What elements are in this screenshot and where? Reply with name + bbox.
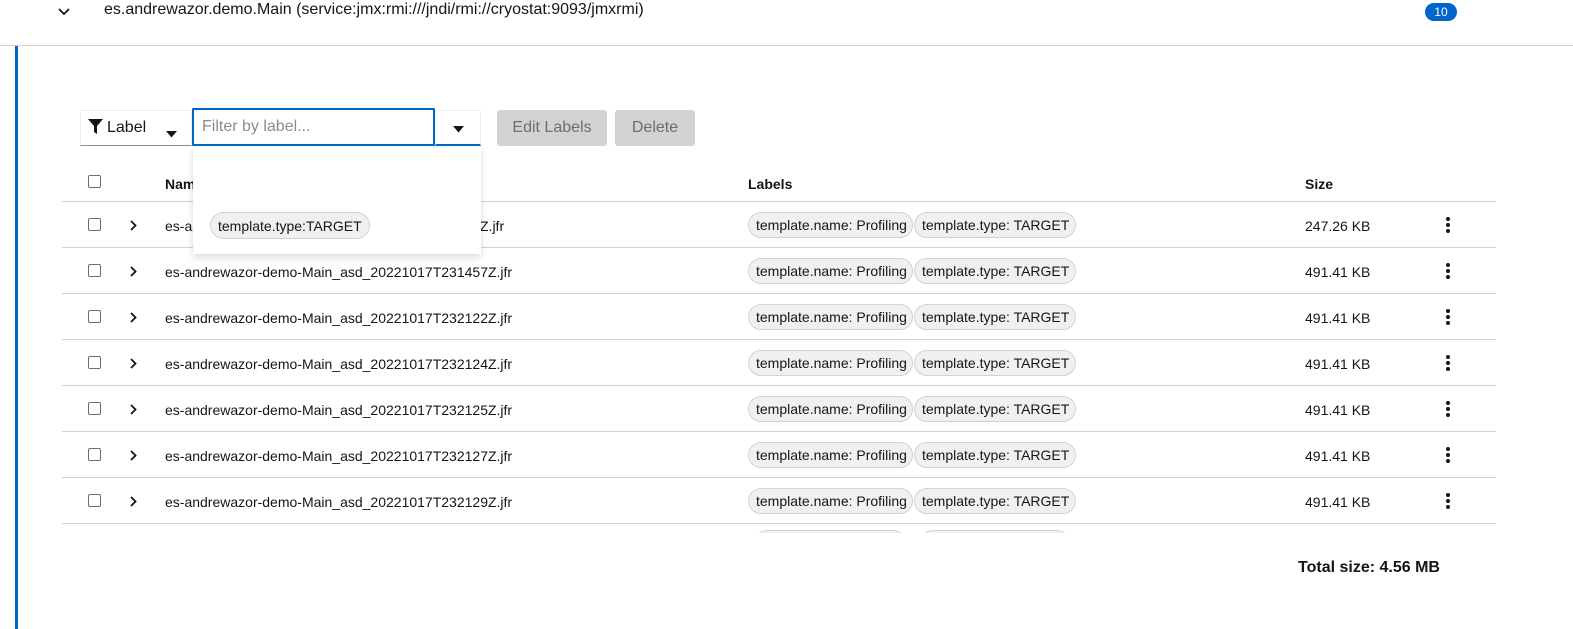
caret-down-icon bbox=[452, 120, 464, 136]
column-header-labels: Labels bbox=[748, 176, 793, 192]
kebab-icon[interactable] bbox=[1442, 307, 1454, 327]
table-row: es-andrewazor-demo-Main_asd_20221017T232… bbox=[62, 294, 1496, 340]
label-filter-input[interactable] bbox=[192, 108, 435, 146]
caret-down-icon bbox=[166, 125, 177, 141]
total-size: Total size: 4.56 MB bbox=[1298, 559, 1440, 576]
label-chip: template.type: TARGET bbox=[914, 258, 1076, 284]
label-chip: template.name: Profiling bbox=[748, 488, 913, 514]
label-chip: template.type: TARGET bbox=[914, 212, 1076, 238]
chevron-right-icon[interactable] bbox=[126, 263, 140, 279]
filter-category-select[interactable]: Label bbox=[80, 110, 192, 146]
recording-size: 491.41 KB bbox=[1305, 402, 1371, 418]
filter-category-label: Label bbox=[107, 119, 147, 136]
recording-name: es-andrewazor-demo-Main_asd_20221017T232… bbox=[165, 448, 513, 464]
row-checkbox[interactable] bbox=[88, 448, 101, 461]
chevron-right-icon[interactable] bbox=[126, 401, 140, 417]
recording-name: es-andrewazor-demo-Main_asd_20221017T232… bbox=[165, 494, 513, 510]
recording-name: es-a bbox=[165, 218, 193, 234]
filter-dropdown-toggle[interactable] bbox=[435, 110, 481, 146]
target-title: es.andrewazor.demo.Main (service:jmx:rmi… bbox=[104, 1, 644, 18]
recording-name-tail: Z.jfr bbox=[480, 218, 505, 234]
recording-name: es-andrewazor-demo-Main_asd_20221017T232… bbox=[165, 356, 513, 372]
recording-name: es-andrewazor-demo-Main_asd_20221017T231… bbox=[165, 264, 513, 280]
label-chip: template.type: TARGET bbox=[914, 442, 1076, 468]
label-chip: template.type: TARGET bbox=[914, 350, 1076, 376]
recording-name: es-andrewazor-demo-Main_asd_20221017T232… bbox=[165, 402, 513, 418]
label-chip: template.name: Profiling bbox=[748, 212, 913, 238]
kebab-icon[interactable] bbox=[1442, 399, 1454, 419]
row-checkbox[interactable] bbox=[88, 356, 101, 369]
label-chip: template.name: Profiling bbox=[748, 396, 913, 422]
label-chip: template.type: TARGET bbox=[914, 396, 1076, 422]
recording-size: 491.41 KB bbox=[1305, 264, 1371, 280]
recording-count-badge: 10 bbox=[1425, 3, 1457, 21]
label-chip-partial bbox=[754, 530, 906, 533]
label-chip: template.type: TARGET bbox=[914, 488, 1076, 514]
expanded-accent-bar bbox=[15, 46, 18, 629]
row-checkbox[interactable] bbox=[88, 494, 101, 507]
recording-name: es-andrewazor-demo-Main_asd_20221017T232… bbox=[165, 310, 513, 326]
kebab-icon[interactable] bbox=[1442, 491, 1454, 511]
recording-size: 247.26 KB bbox=[1305, 218, 1371, 234]
row-checkbox[interactable] bbox=[88, 218, 101, 231]
delete-button[interactable]: Delete bbox=[615, 110, 695, 146]
chevron-right-icon[interactable] bbox=[126, 355, 140, 371]
chevron-down-icon[interactable] bbox=[54, 2, 74, 22]
row-checkbox[interactable] bbox=[88, 402, 101, 415]
target-row: es.andrewazor.demo.Main (service:jmx:rmi… bbox=[0, 0, 1573, 46]
column-header-size[interactable]: Size bbox=[1305, 176, 1333, 192]
chevron-right-icon[interactable] bbox=[126, 217, 140, 233]
label-chip-partial bbox=[920, 530, 1070, 533]
recording-size: 491.41 KB bbox=[1305, 494, 1371, 510]
table-row: es-andrewazor-demo-Main_asd_20221017T231… bbox=[62, 248, 1496, 294]
dropdown-option-label[interactable]: template.type:TARGET bbox=[210, 212, 370, 239]
label-chip: template.name: Profiling bbox=[748, 304, 913, 330]
recording-size: 491.41 KB bbox=[1305, 448, 1371, 464]
kebab-icon[interactable] bbox=[1442, 445, 1454, 465]
chevron-right-icon[interactable] bbox=[126, 493, 140, 509]
label-chip: template.name: Profiling bbox=[748, 258, 913, 284]
table-row: es-andrewazor-demo-Main_asd_20221017T232… bbox=[62, 386, 1496, 432]
label-filter-dropdown: template.type:TARGET bbox=[193, 148, 481, 254]
table-row: es-andrewazor-demo-Main_asd_20221017T232… bbox=[62, 340, 1496, 386]
table-row: es-andrewazor-demo-Main_asd_20221017T232… bbox=[62, 432, 1496, 478]
filter-icon bbox=[88, 118, 103, 138]
kebab-icon[interactable] bbox=[1442, 353, 1454, 373]
row-checkbox[interactable] bbox=[88, 310, 101, 323]
table-row: es-andrewazor-demo-Main_asd_20221017T232… bbox=[62, 478, 1496, 524]
label-chip: template.name: Profiling bbox=[748, 350, 913, 376]
label-chip: template.name: Profiling bbox=[748, 442, 913, 468]
chevron-right-icon[interactable] bbox=[126, 309, 140, 325]
row-checkbox[interactable] bbox=[88, 264, 101, 277]
kebab-icon[interactable] bbox=[1442, 215, 1454, 235]
recording-size: 491.41 KB bbox=[1305, 356, 1371, 372]
partial-table-row bbox=[62, 523, 1496, 533]
recording-size: 491.41 KB bbox=[1305, 310, 1371, 326]
edit-labels-button[interactable]: Edit Labels bbox=[497, 110, 607, 146]
kebab-icon[interactable] bbox=[1442, 261, 1454, 281]
select-all-checkbox[interactable] bbox=[88, 175, 101, 188]
chevron-right-icon[interactable] bbox=[126, 447, 140, 463]
label-chip: template.type: TARGET bbox=[914, 304, 1076, 330]
